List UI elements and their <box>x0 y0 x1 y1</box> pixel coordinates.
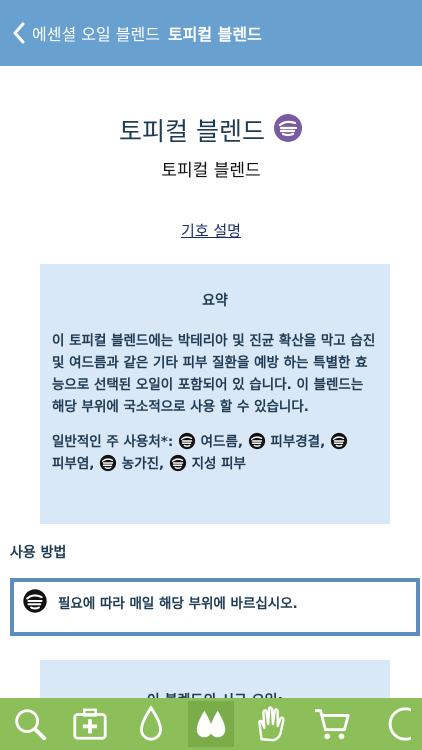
usage-instruction-box: 필요에 따라 매일 해당 부위에 바르십시오. <box>10 578 420 636</box>
use-item: 여드름, <box>178 432 248 450</box>
usage-heading: 사용 방법 <box>10 545 67 561</box>
chevron-left-icon <box>13 22 25 44</box>
tab-application[interactable] <box>248 701 294 747</box>
uses-label: 일반적인 주 사용처*: <box>52 434 174 450</box>
first-aid-kit-icon <box>73 708 108 740</box>
tab-first-aid[interactable] <box>67 701 113 747</box>
tab-search[interactable] <box>7 701 53 747</box>
navigation-bar: 에센셜 오일 블렌드 토피컬 블렌드 <box>0 0 422 66</box>
drops-icon <box>196 710 226 738</box>
summary-heading: 요약 <box>202 293 228 309</box>
topical-hand-icon <box>169 454 186 472</box>
topical-hand-icon <box>273 113 303 147</box>
usage-instruction: 필요에 따라 매일 해당 부위에 바르십시오. <box>58 596 298 612</box>
back-label: 에센셜 오일 블렌드 <box>32 25 160 44</box>
summary-box: 요약 이 토피컬 블렌드에는 박테리아 및 진균 확산을 막고 습진 및 여드름… <box>40 264 390 524</box>
use-item: 지성 피부 <box>169 454 246 472</box>
topical-hand-icon <box>99 454 117 472</box>
use-item: 피부경결, <box>248 432 330 450</box>
topical-hand-icon <box>23 589 47 613</box>
search-icon <box>15 709 47 741</box>
topical-hand-icon <box>178 432 196 450</box>
nav-title: 토피컬 블렌드 <box>167 25 262 44</box>
use-item: 농가진, <box>99 454 169 472</box>
tab-bar <box>0 698 422 750</box>
hand-icon <box>258 706 285 742</box>
page-header: 토피컬 블렌드 토피컬 블렌드 <box>0 112 422 181</box>
back-button[interactable]: 에센셜 오일 블렌드 <box>12 13 160 53</box>
use-item: 피부염, <box>52 456 95 472</box>
topical-hand-icon <box>330 432 348 450</box>
topical-hand-icon <box>248 432 265 450</box>
page-subtitle: 토피컬 블렌드 <box>161 161 261 181</box>
tab-blends[interactable] <box>187 701 234 747</box>
tab-single-oil[interactable] <box>128 701 174 747</box>
tab-cart[interactable] <box>309 701 355 747</box>
page-title: 토피컬 블렌드 <box>119 117 265 146</box>
drop-icon <box>139 705 162 741</box>
use-item <box>330 432 348 450</box>
common-uses: 일반적인 주 사용처*: 여드름, 피부경결, 피부염, 농가진, 지성 피부 <box>52 431 378 475</box>
cart-icon <box>314 709 350 740</box>
tab-more[interactable] <box>369 701 415 747</box>
more-icon <box>388 707 411 741</box>
symbol-legend-link[interactable]: 기호 설명 <box>181 222 241 240</box>
summary-text: 이 토피컬 블렌드에는 박테리아 및 진균 확산을 막고 습진 및 여드름과 같… <box>52 333 376 415</box>
